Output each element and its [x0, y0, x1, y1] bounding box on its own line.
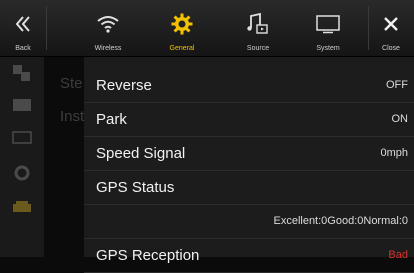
tab-wireless[interactable]: Wireless	[76, 0, 140, 56]
close-button[interactable]: Close	[368, 0, 414, 56]
language-icon	[12, 65, 32, 81]
gear-icon	[150, 10, 214, 38]
row-park[interactable]: Park ON	[84, 103, 414, 137]
screen-icon	[12, 131, 32, 147]
tab-source[interactable]: Source	[226, 0, 290, 56]
tab-system[interactable]: System	[296, 0, 360, 56]
background-item: Inst	[60, 108, 85, 125]
wifi-icon	[76, 10, 140, 38]
sidebar	[0, 57, 44, 257]
top-bar: Back Wireless General Source System Clos…	[0, 0, 414, 57]
row-value: ON	[391, 113, 409, 125]
tab-system-label: System	[316, 45, 340, 52]
row-label: GPS Status	[96, 179, 175, 196]
tab-source-label: Source	[246, 45, 270, 52]
row-label: Park	[96, 111, 127, 128]
row-value: 0mph	[380, 147, 408, 159]
close-label: Close	[382, 45, 400, 52]
row-value: OFF	[386, 79, 408, 91]
row-value: Excellent:0Good:0Normal:0	[273, 215, 408, 227]
back-button[interactable]: Back	[0, 0, 46, 56]
tab-general-label: General	[169, 45, 195, 52]
music-note-icon	[226, 10, 290, 38]
monitor-icon	[296, 10, 360, 38]
tab-wireless-label: Wireless	[94, 45, 122, 52]
row-value: Bad	[388, 249, 408, 261]
row-label: Speed Signal	[96, 145, 186, 162]
row-gps-status[interactable]: GPS Status	[84, 171, 414, 205]
row-gps-reception[interactable]: GPS Reception Bad	[84, 239, 414, 273]
back-icon	[0, 10, 46, 38]
settings-list: Reverse OFF Park ON Speed Signal 0mph GP…	[84, 57, 414, 273]
background-item: Ste	[60, 75, 83, 92]
back-label: Back	[15, 45, 31, 52]
row-reverse[interactable]: Reverse OFF	[84, 69, 414, 103]
car-icon	[12, 199, 32, 215]
close-icon	[368, 10, 414, 38]
row-label: GPS Reception	[96, 247, 200, 264]
row-label: Reverse	[96, 77, 152, 94]
filmstrip-icon	[12, 97, 32, 113]
row-speed-signal[interactable]: Speed Signal 0mph	[84, 137, 414, 171]
gear-small-icon	[12, 165, 32, 181]
tab-general[interactable]: General	[150, 0, 214, 56]
row-gps-status-detail: Excellent:0Good:0Normal:0	[84, 205, 414, 239]
